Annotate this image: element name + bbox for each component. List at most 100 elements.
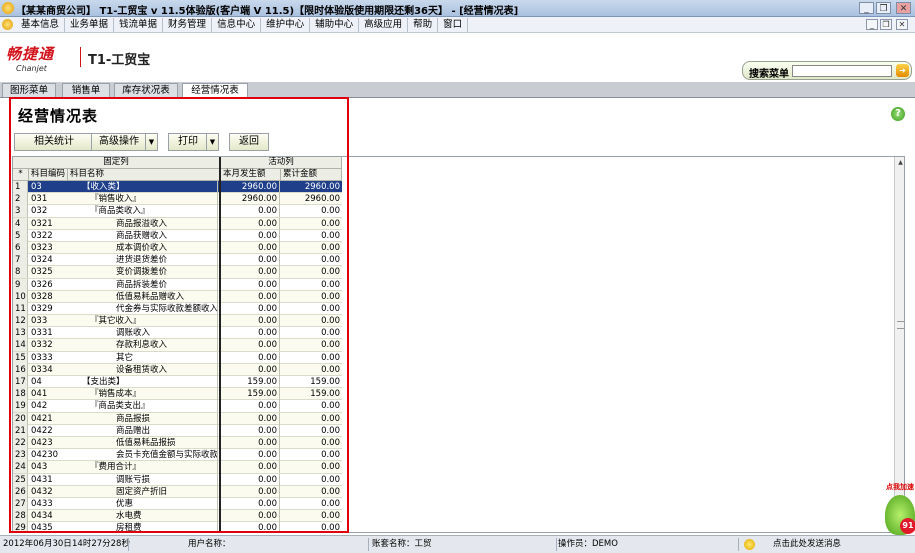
table-row[interactable]: 11 0329 代金券与实际收款差额收入 0.00 0.00 <box>13 302 342 316</box>
search-go-icon[interactable]: ➜ <box>896 64 909 77</box>
tab-stock-status[interactable]: 库存状况表 <box>114 83 178 97</box>
row-number: 5 <box>13 229 28 242</box>
table-row[interactable]: 22 0423 低值易耗品报损 0.00 0.00 <box>13 436 342 450</box>
back-button[interactable]: 返回 <box>229 133 269 151</box>
menu-items: 基本信息 业务单据 钱流单据 财务管理 信息中心 维护中心 辅助中心 高级应用 帮助 窗口 <box>16 18 469 32</box>
table-row[interactable]: 7 0324 进货退货差价 0.00 0.00 <box>13 254 342 267</box>
mdi-minimize-button[interactable]: _ <box>866 19 878 30</box>
help-icon[interactable]: ? <box>891 107 905 121</box>
table-row[interactable]: 2 031 『销售收入』 2960.00 2960.00 <box>13 193 342 206</box>
cell-month-amount: 0.00 <box>221 400 280 413</box>
header-name[interactable]: 科目名称 <box>68 169 220 181</box>
table-row[interactable]: 1 03 【收入类】 2960.00 2960.00 <box>13 181 342 194</box>
menu-item[interactable]: 基本信息 <box>16 18 66 32</box>
header-total-amount[interactable]: 累计金额 <box>281 169 342 181</box>
send-message-link[interactable]: 点击此处发送消息 <box>773 536 841 553</box>
table-row[interactable]: 21 0422 商品赠出 0.00 0.00 <box>13 424 342 437</box>
restore-button[interactable]: ❐ <box>876 2 891 14</box>
table-row[interactable]: 18 041 『销售成本』 159.00 159.00 <box>13 388 342 401</box>
cell-name: 『其它收入』 <box>68 315 218 328</box>
chevron-down-icon[interactable]: ▼ <box>206 134 218 150</box>
close-button[interactable]: ✕ <box>896 2 911 14</box>
table-row[interactable]: 29 0435 房租费 0.00 0.00 <box>13 522 342 533</box>
tab-operating-report[interactable]: 经营情况表 <box>182 83 248 98</box>
table-row[interactable]: 5 0322 商品获赠收入 0.00 0.00 <box>13 229 342 242</box>
speedup-label[interactable]: 点我加速 <box>886 482 914 492</box>
cell-code: 0431 <box>31 474 53 485</box>
cell-total-amount: 2960.00 <box>304 194 340 205</box>
row-number: 18 <box>13 388 28 401</box>
menu-item[interactable]: 维护中心 <box>261 18 311 32</box>
status-account: 账套名称：工贸 <box>372 539 432 549</box>
cell-total-amount: 0.00 <box>321 523 340 533</box>
cell-month-amount: 0.00 <box>221 217 280 230</box>
table-row[interactable]: 3 032 『商品类收入』 0.00 0.00 <box>13 205 342 218</box>
grid-vertical-scrollbar[interactable]: ▲ ▼ <box>894 157 904 532</box>
cell-month-amount: 0.00 <box>221 522 280 532</box>
table-row[interactable]: 19 042 『商品类支出』 0.00 0.00 <box>13 400 342 413</box>
cell-code: 03 <box>31 182 42 192</box>
table-row[interactable]: 23 04230 会员卡充值金额与实际收款差 0.00 0.00 <box>13 449 342 462</box>
table-row[interactable]: 27 0433 优惠 0.00 0.00 <box>13 497 342 511</box>
minimize-button[interactable]: _ <box>859 2 874 14</box>
cell-code: 0324 <box>31 255 53 266</box>
table-row[interactable]: 26 0432 固定资产折旧 0.00 0.00 <box>13 485 342 498</box>
cell-month-amount: 2960.00 <box>221 193 280 206</box>
cell-month-amount: 0.00 <box>221 424 280 437</box>
table-row[interactable]: 15 0333 其它 0.00 0.00 <box>13 351 342 364</box>
cell-month-amount: 0.00 <box>221 302 280 315</box>
menu-item[interactable]: 信息中心 <box>212 18 262 32</box>
cell-name: 固定资产折旧 <box>68 485 218 498</box>
table-row[interactable]: 12 033 『其它收入』 0.00 0.00 <box>13 315 342 328</box>
table-row[interactable]: 6 0323 成本调价收入 0.00 0.00 <box>13 241 342 255</box>
menu-item[interactable]: 财务管理 <box>163 18 213 32</box>
menu-item[interactable]: 高级应用 <box>359 18 409 32</box>
table-row[interactable]: 16 0334 设备租赁收入 0.00 0.00 <box>13 363 342 376</box>
menu-app-icon[interactable] <box>2 19 13 30</box>
menu-item[interactable]: 钱流单据 <box>114 18 164 32</box>
table-row[interactable]: 28 0434 水电费 0.00 0.00 <box>13 510 342 523</box>
menu-item[interactable]: 辅助中心 <box>310 18 360 32</box>
scroll-up-icon[interactable]: ▲ <box>896 158 904 167</box>
cell-code: 04230 <box>31 450 59 461</box>
cell-code: 0329 <box>31 303 53 314</box>
table-row[interactable]: 4 0321 商品报溢收入 0.00 0.00 <box>13 217 342 230</box>
menu-item[interactable]: 帮助 <box>408 18 439 32</box>
row-number: 3 <box>13 205 28 218</box>
table-row[interactable]: 20 0421 商品报损 0.00 0.00 <box>13 412 342 425</box>
cell-name: 成本调价收入 <box>68 241 218 254</box>
cell-month-amount: 0.00 <box>221 339 280 352</box>
mdi-restore-button[interactable]: ❐ <box>880 19 892 30</box>
menu-item[interactable]: 业务单据 <box>65 18 115 32</box>
scroll-thumb[interactable] <box>897 321 904 329</box>
chevron-down-icon[interactable]: ▼ <box>145 134 157 150</box>
advanced-button[interactable]: 高级操作 ▼ <box>91 133 158 151</box>
cell-code: 0334 <box>31 364 53 375</box>
row-number: 12 <box>13 315 28 328</box>
table-row[interactable]: 13 0331 调账收入 0.00 0.00 <box>13 327 342 340</box>
cell-code: 0423 <box>31 437 53 448</box>
table-row[interactable]: 8 0325 变价调拨差价 0.00 0.00 <box>13 266 342 279</box>
mdi-close-button[interactable]: ✕ <box>896 19 908 30</box>
table-row[interactable]: 14 0332 存款利息收入 0.00 0.00 <box>13 339 342 352</box>
table-row[interactable]: 9 0326 商品拆装差价 0.00 0.00 <box>13 278 342 291</box>
row-number: 29 <box>13 522 28 532</box>
menu-item[interactable]: 窗口 <box>438 18 469 32</box>
table-row[interactable]: 25 0431 调账亏损 0.00 0.00 <box>13 473 342 486</box>
table-row[interactable]: 17 04 【支出类】 159.00 159.00 <box>13 376 342 389</box>
tab-sales-order[interactable]: 销售单 <box>62 83 110 97</box>
cell-name: 『商品类支出』 <box>68 400 218 413</box>
print-button[interactable]: 打印 ▼ <box>168 133 219 151</box>
tab-graphic-menu[interactable]: 图形菜单 <box>2 83 56 97</box>
table-row[interactable]: 10 0328 低值易耗品赠收入 0.00 0.00 <box>13 290 342 303</box>
header-code[interactable]: 科目编码 <box>29 169 68 181</box>
table-row[interactable]: 24 043 『费用合计』 0.00 0.00 <box>13 461 342 474</box>
window-title: 【某某商贸公司】 T1-工贸宝 v 11.5体验版(客户端 V 11.5)【限时… <box>16 6 519 17</box>
cell-name: 水电费 <box>68 510 218 523</box>
smiley-icon[interactable] <box>744 539 755 550</box>
cell-code: 0323 <box>31 242 53 253</box>
row-number: 1 <box>13 181 28 193</box>
cell-name: 『费用合计』 <box>68 461 218 474</box>
header-month-amount[interactable]: 本月发生额 <box>221 169 281 181</box>
search-input[interactable] <box>792 65 892 77</box>
